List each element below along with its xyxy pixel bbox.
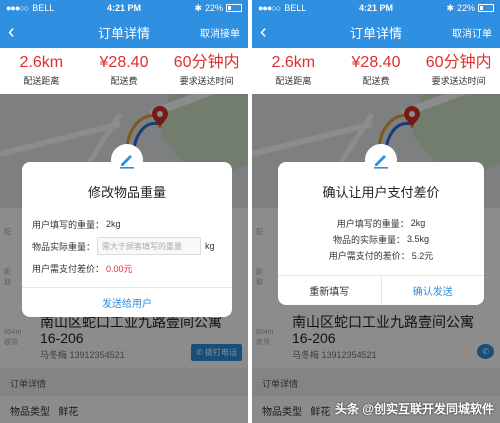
nav-bar: ‹ 订单详情 取消接单 (0, 16, 248, 48)
pencil-icon-badge (111, 144, 143, 176)
stat-time: 60分钟内 要求送达时间 (417, 48, 500, 94)
stat-label: 要求送达时间 (431, 76, 486, 86)
send-to-user-button[interactable]: 发送给用户 (22, 288, 232, 317)
confirm-diff-dialog: 确认让用户支付差价 用户填写的重量： 2kg 物品的实际重量： 3.5kg 用户… (278, 144, 484, 305)
user-weight-value: 2kg (410, 218, 426, 228)
status-bar: ●●●○○ BELL 4:21 PM ✱ 22% (0, 0, 248, 16)
price-diff-value: 0.00元 (106, 263, 133, 274)
pencil-icon-badge (365, 144, 397, 176)
stat-value: ¥28.40 (351, 54, 401, 71)
user-weight-row: 用户填写的重量： 2kg (32, 213, 222, 235)
price-diff-label: 用户需支付的差价： (328, 250, 410, 261)
user-weight-row: 用户填写的重量： 2kg (278, 215, 484, 231)
status-bar: ●●●○○ BELL 4:21 PM ✱ 22% (252, 0, 500, 16)
cancel-order-button[interactable]: 取消订单 (452, 25, 492, 40)
dialog-title: 确认让用户支付差价 (322, 185, 440, 200)
actual-weight-label: 物品实际重量： (32, 241, 96, 252)
pencil-icon (120, 155, 134, 169)
battery-icon (226, 4, 242, 12)
status-time: 4:21 PM (358, 3, 393, 13)
price-diff-value: 5.2元 (411, 250, 434, 261)
stat-label: 配送距离 (23, 76, 60, 86)
weight-unit: kg (205, 241, 215, 251)
battery-icon (478, 4, 494, 12)
stat-value: 60分钟内 (425, 54, 492, 71)
status-time: 4:21 PM (106, 3, 141, 13)
dialog-title: 修改物品重量 (87, 185, 166, 200)
user-weight-label: 用户填写的重量： (336, 218, 409, 229)
actual-weight-row: 物品的实际重量： 3.5kg (278, 231, 484, 247)
price-diff-label: 用户需支付差价： (32, 263, 105, 274)
stat-fee: ¥28.40 配送费 (83, 48, 166, 94)
stat-fee: ¥28.40 配送费 (335, 48, 418, 94)
user-weight-value: 2kg (106, 219, 121, 229)
confirm-send-button[interactable]: 确认发送 (380, 276, 485, 305)
actual-weight-label: 物品的实际重量： (332, 234, 405, 245)
refill-button[interactable]: 重新填写 (278, 276, 381, 305)
stat-label: 配送距离 (275, 76, 312, 86)
stat-value: ¥28.40 (99, 54, 149, 71)
actual-weight-value: 3.5kg (406, 234, 430, 244)
stat-distance: 2.6km 配送距离 (252, 48, 335, 94)
right-screen: ●●●○○ BELL 4:21 PM ✱ 22% ‹ 订单详情 取消订单 2.6… (252, 0, 500, 423)
stats-bar: 2.6km 配送距离 ¥28.40 配送费 60分钟内 要求送达时间 (0, 48, 248, 94)
user-weight-label: 用户填写的重量： (32, 219, 105, 230)
nav-bar: ‹ 订单详情 取消订单 (252, 16, 500, 48)
left-screen: ●●●○○ BELL 4:21 PM ✱ 22% ‹ 订单详情 取消接单 2.6… (0, 0, 248, 423)
stat-label: 配送费 (362, 76, 390, 86)
stats-bar: 2.6km 配送距离 ¥28.40 配送费 60分钟内 要求送达时间 (252, 48, 500, 94)
stat-value: 2.6km (271, 54, 316, 71)
pencil-icon (374, 155, 388, 169)
dialog-buttons: 重新填写 确认发送 (278, 275, 484, 305)
stat-distance: 2.6km 配送距离 (0, 48, 83, 94)
actual-weight-input[interactable]: 需大于顾客填写的重量 (97, 237, 202, 255)
stat-value: 2.6km (19, 54, 64, 71)
cancel-order-button[interactable]: 取消接单 (200, 25, 240, 40)
price-diff-row: 用户需支付的差价： 5.2元 (278, 247, 484, 263)
stat-label: 要求送达时间 (179, 76, 234, 86)
stat-value: 60分钟内 (173, 54, 240, 71)
watermark-text: 头条 @创实互联开发同城软件 (334, 402, 494, 416)
stat-time: 60分钟内 要求送达时间 (165, 48, 248, 94)
edit-weight-dialog: 修改物品重量 用户填写的重量： 2kg 物品实际重量： 需大于顾客填写的重量 k… (22, 144, 232, 317)
dialog-buttons: 发送给用户 (22, 287, 232, 317)
price-diff-row: 用户需支付差价： 0.00元 (32, 257, 222, 279)
actual-weight-row: 物品实际重量： 需大于顾客填写的重量 kg (32, 235, 222, 257)
stat-label: 配送费 (110, 76, 138, 86)
